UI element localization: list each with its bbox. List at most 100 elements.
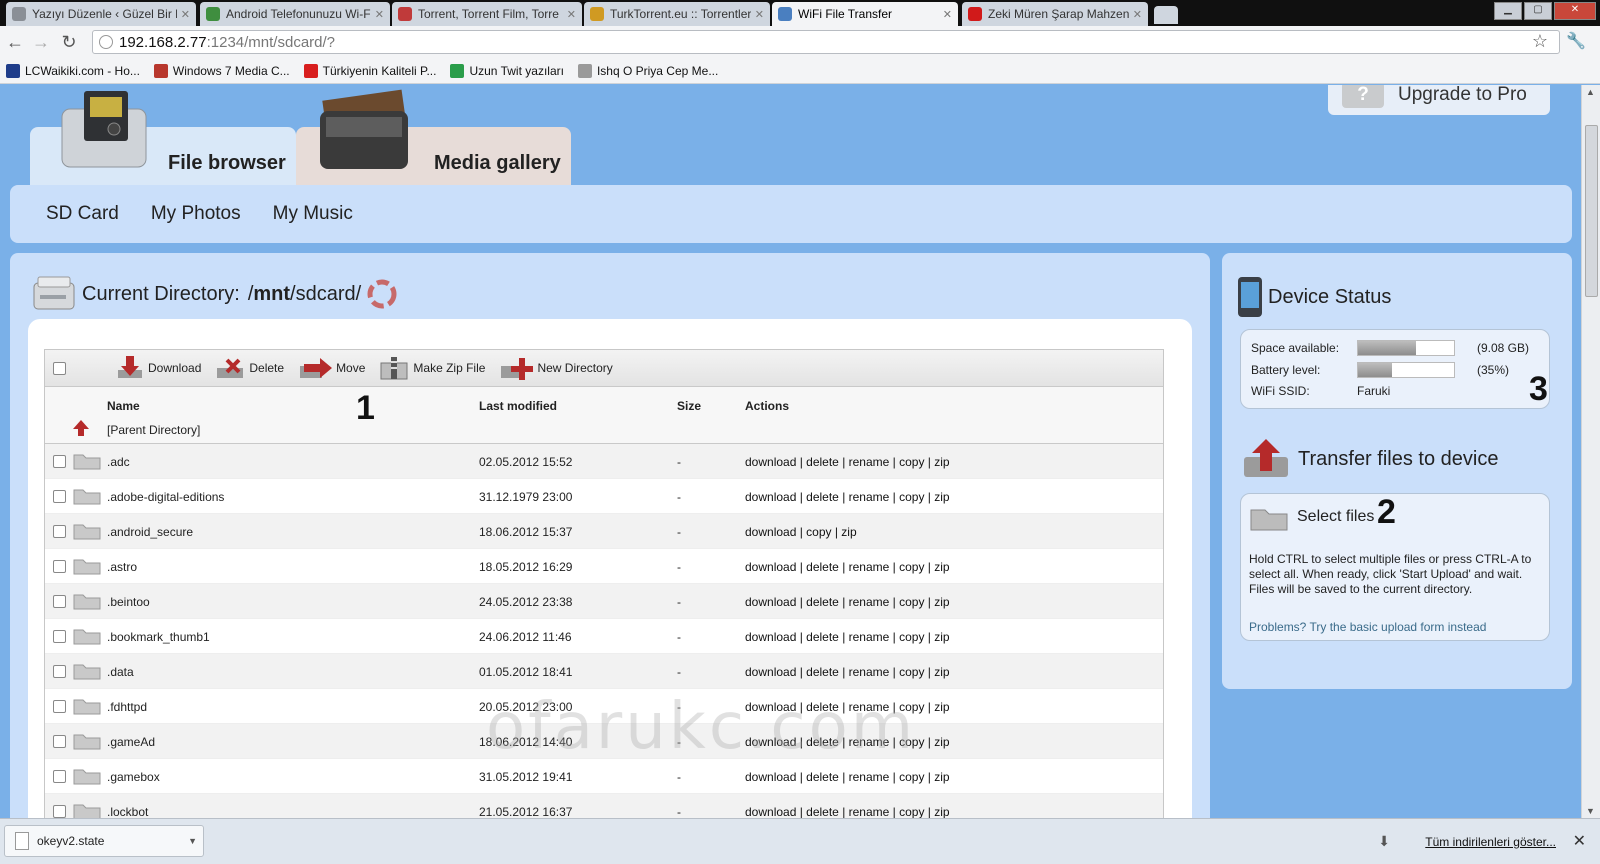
file-name-link[interactable]: .data xyxy=(107,665,134,679)
new-directory-button[interactable]: New Directory xyxy=(499,356,613,380)
file-name-link[interactable]: .astro xyxy=(107,560,137,574)
bookmark-label: LCWaikiki.com - Ho... xyxy=(25,63,140,78)
ssid-label: WiFi SSID: xyxy=(1251,384,1310,398)
file-actions[interactable]: download | delete | rename | copy | zip xyxy=(745,805,950,818)
reload-icon[interactable]: ↻ xyxy=(58,32,80,53)
file-name-link[interactable]: .adc xyxy=(107,455,130,469)
select-all-checkbox[interactable] xyxy=(53,361,66,375)
tab-close-icon[interactable]: ✕ xyxy=(755,8,764,21)
row-checkbox[interactable] xyxy=(53,595,66,608)
select-files-button[interactable]: Select files xyxy=(1249,502,1374,532)
row-checkbox[interactable] xyxy=(53,560,66,573)
current-directory-label: Current Directory: xyxy=(82,282,240,305)
bookmark-label: Türkiyenin Kaliteli P... xyxy=(322,63,437,78)
scroll-thumb[interactable] xyxy=(1585,125,1598,297)
action-bar: Download Delete Move Make Zip File New D… xyxy=(45,350,1163,387)
file-actions[interactable]: download | delete | rename | copy | zip xyxy=(745,455,950,469)
bookmark-item[interactable]: Türkiyenin Kaliteli P... xyxy=(303,63,437,78)
file-name-link[interactable]: .gamebox xyxy=(107,770,160,784)
show-all-downloads-link[interactable]: Tüm indirilenleri göster... xyxy=(1425,835,1556,849)
file-actions[interactable]: download | delete | rename | copy | zip xyxy=(745,560,950,574)
subnav-item[interactable]: SD Card xyxy=(46,203,119,225)
bookmark-item[interactable]: Windows 7 Media C... xyxy=(153,63,290,78)
bookmark-favicon-icon xyxy=(303,63,318,78)
wrench-menu-icon[interactable]: 🔧 xyxy=(1566,31,1586,51)
current-directory-path: /mnt/sdcard/ xyxy=(248,283,361,306)
close-window-button[interactable]: ✕ xyxy=(1554,2,1596,20)
file-name-link[interactable]: .bookmark_thumb1 xyxy=(107,630,210,644)
download-item[interactable]: okeyv2.state ▼ xyxy=(4,825,204,857)
maximize-button[interactable]: ▢ xyxy=(1524,2,1552,20)
forward-icon[interactable]: → xyxy=(30,32,52,53)
new-tab-button[interactable] xyxy=(1154,6,1178,24)
column-name[interactable]: Name xyxy=(107,399,140,413)
tab-close-icon[interactable]: ✕ xyxy=(181,8,190,21)
browser-tab[interactable]: Android Telefonunuzu Wi-F ✕ xyxy=(200,2,390,26)
sd-card-icon xyxy=(61,91,147,168)
file-actions[interactable]: download | delete | rename | copy | zip xyxy=(745,630,950,644)
tab-close-icon[interactable]: ✕ xyxy=(567,8,576,21)
bookmark-star-icon[interactable]: ☆ xyxy=(1532,31,1548,52)
subnav-item[interactable]: My Music xyxy=(273,203,353,225)
page-scrollbar[interactable]: ▲ ▼ xyxy=(1581,85,1600,818)
browser-tab[interactable]: Zeki Müren Şarap Mahzend ✕ xyxy=(962,2,1148,26)
file-name-link[interactable]: .fdhttpd xyxy=(107,700,147,714)
scroll-up-icon[interactable]: ▲ xyxy=(1586,87,1595,97)
row-checkbox[interactable] xyxy=(53,770,66,783)
refresh-icon[interactable] xyxy=(367,279,397,309)
move-icon xyxy=(300,358,333,378)
address-bar[interactable]: 192.168.2.77:1234/mnt/sdcard/? xyxy=(92,30,1560,54)
bookmark-item[interactable]: LCWaikiki.com - Ho... xyxy=(6,63,140,78)
file-name-link[interactable]: .android_secure xyxy=(107,525,193,539)
make-zip-button[interactable]: Make Zip File xyxy=(379,355,485,381)
download-menu-icon[interactable]: ▼ xyxy=(188,836,197,846)
row-checkbox[interactable] xyxy=(53,525,66,538)
file-actions[interactable]: download | delete | rename | copy | zip xyxy=(745,770,950,784)
parent-directory-arrow-icon[interactable] xyxy=(73,420,89,436)
download-button[interactable]: Download xyxy=(116,356,201,380)
back-icon[interactable]: ← xyxy=(4,32,26,53)
subnav-item[interactable]: My Photos xyxy=(151,203,241,225)
minimize-button[interactable]: ▁ xyxy=(1494,2,1522,20)
browser-tab[interactable]: WiFi File Transfer ✕ xyxy=(772,2,958,26)
row-checkbox[interactable] xyxy=(53,805,66,818)
current-directory: Current Directory: /mnt/sdcard/ xyxy=(32,275,397,313)
close-downloads-icon[interactable]: ✕ xyxy=(1573,831,1586,851)
device-status-box: Space available: (9.08 GB) Battery level… xyxy=(1240,329,1550,409)
file-actions[interactable]: download | delete | rename | copy | zip xyxy=(745,490,950,504)
browser-tab[interactable]: Yazıyı Düzenle ‹ Güzel Bir B ✕ xyxy=(6,2,196,26)
row-checkbox[interactable] xyxy=(53,665,66,678)
basic-upload-link[interactable]: Problems? Try the basic upload form inst… xyxy=(1249,620,1486,634)
row-checkbox[interactable] xyxy=(53,700,66,713)
column-last-modified[interactable]: Last modified xyxy=(479,399,557,413)
bookmark-item[interactable]: Ishq O Priya Cep Me... xyxy=(577,63,718,78)
file-name-link[interactable]: .beintoo xyxy=(107,595,150,609)
column-size[interactable]: Size xyxy=(677,399,701,413)
file-actions[interactable]: download | delete | rename | copy | zip xyxy=(745,595,950,609)
file-name-link[interactable]: .lockbot xyxy=(107,805,148,818)
file-name-link[interactable]: .gameAd xyxy=(107,735,155,749)
upgrade-button[interactable]: ? Upgrade to Pro xyxy=(1328,85,1550,115)
row-checkbox[interactable] xyxy=(53,455,66,468)
tab-close-icon[interactable]: ✕ xyxy=(375,8,384,21)
file-actions[interactable]: download | delete | rename | copy | zip xyxy=(745,665,950,679)
file-name-link[interactable]: .adobe-digital-editions xyxy=(107,490,224,504)
scroll-down-icon[interactable]: ▼ xyxy=(1586,806,1595,816)
browser-tab[interactable]: TurkTorrent.eu :: Torrentleri ✕ xyxy=(584,2,770,26)
tab-file-browser[interactable]: File browser xyxy=(30,91,296,185)
browser-tab[interactable]: Torrent, Torrent Film, Torre ✕ xyxy=(392,2,582,26)
downloads-bar: okeyv2.state ▼ ⬇ Tüm indirilenleri göste… xyxy=(0,818,1600,864)
row-checkbox[interactable] xyxy=(53,735,66,748)
tab-media-gallery[interactable]: Media gallery xyxy=(296,89,571,185)
move-button[interactable]: Move xyxy=(298,356,365,380)
tab-close-icon[interactable]: ✕ xyxy=(943,8,952,21)
file-size: - xyxy=(677,490,681,504)
parent-directory-link[interactable]: [Parent Directory] xyxy=(107,423,200,437)
row-checkbox[interactable] xyxy=(53,630,66,643)
file-actions[interactable]: download | copy | zip xyxy=(745,525,857,539)
row-checkbox[interactable] xyxy=(53,490,66,503)
tab-close-icon[interactable]: ✕ xyxy=(1133,8,1142,21)
folder-icon xyxy=(73,804,101,818)
bookmark-item[interactable]: Uzun Twit yazıları xyxy=(450,63,564,78)
delete-button[interactable]: Delete xyxy=(215,356,284,380)
